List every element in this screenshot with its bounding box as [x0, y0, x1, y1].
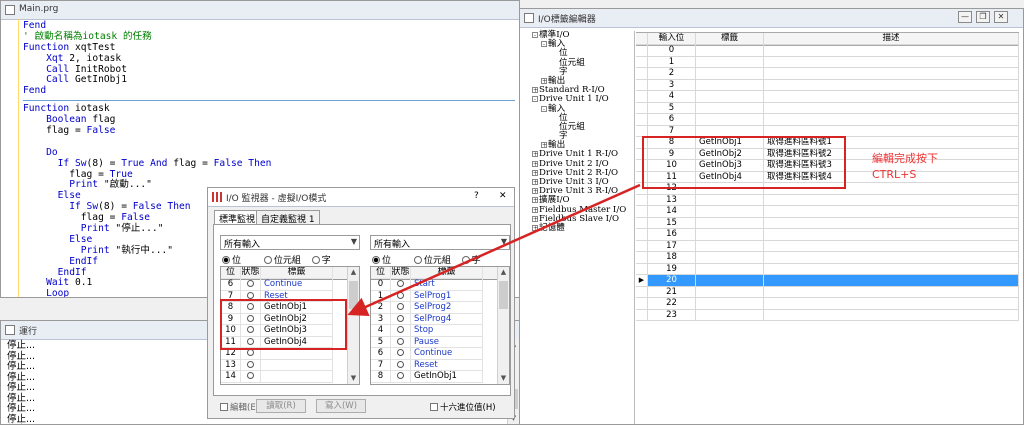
annotation-arrow [347, 183, 641, 317]
arrow-line [347, 183, 641, 317]
